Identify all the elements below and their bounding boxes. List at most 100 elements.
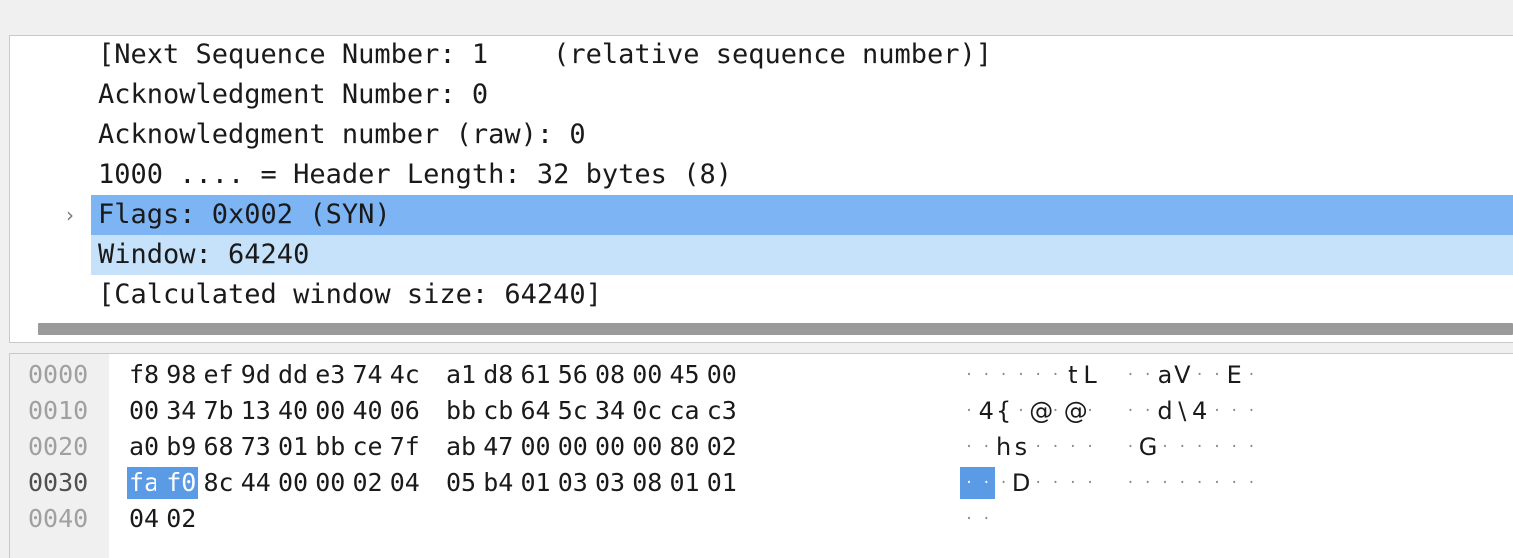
hex-byte[interactable]: 02	[164, 503, 198, 535]
ascii-char[interactable]: d	[1156, 395, 1174, 427]
hex-byte[interactable]: 5c	[556, 395, 590, 427]
ascii-char[interactable]: ·	[960, 395, 978, 427]
hex-byte[interactable]: d8	[481, 359, 515, 391]
hex-byte[interactable]: b9	[164, 431, 198, 463]
ascii-char[interactable]: {	[995, 395, 1013, 427]
ascii-char[interactable]: ·	[1047, 359, 1065, 391]
hex-byte[interactable]: 08	[593, 359, 627, 391]
ascii-char[interactable]: G	[1139, 431, 1158, 463]
ascii-char[interactable]: ·	[1121, 395, 1139, 427]
hex-byte[interactable]: 00	[276, 467, 310, 499]
ascii-char[interactable]: ·	[960, 503, 978, 535]
hex-byte[interactable]: ab	[444, 431, 478, 463]
ascii-char[interactable]: ·	[1012, 395, 1030, 427]
ascii-char[interactable]: h	[995, 431, 1013, 463]
tree-row[interactable]: Acknowledgment Number: 0	[91, 75, 1513, 115]
ascii-char[interactable]: ·	[1225, 467, 1243, 499]
ascii-char[interactable]: ·	[1156, 431, 1174, 463]
tree-row[interactable]: Window: 64240	[91, 235, 1513, 275]
hex-byte[interactable]: 61	[519, 359, 553, 391]
ascii-char[interactable]: ·	[1064, 431, 1082, 463]
hex-byte[interactable]: 02	[351, 467, 385, 499]
expand-arrow-icon[interactable]: ›	[62, 195, 78, 235]
ascii-char[interactable]: ·	[1191, 359, 1209, 391]
ascii-char[interactable]: ·	[977, 467, 996, 499]
ascii-char[interactable]: ·	[1029, 467, 1047, 499]
ascii-char[interactable]: ·	[1225, 431, 1243, 463]
tree-row[interactable]: [Calculated window size: 64240]	[91, 275, 1513, 315]
hex-byte[interactable]: 00	[630, 359, 664, 391]
hex-byte[interactable]: a1	[444, 359, 478, 391]
ascii-char[interactable]: ·	[1047, 467, 1065, 499]
hex-byte[interactable]: 01	[668, 467, 702, 499]
hex-byte[interactable]: 68	[202, 431, 236, 463]
ascii-char[interactable]: ·	[1173, 467, 1191, 499]
ascii-char[interactable]: ·	[1191, 431, 1209, 463]
hex-byte[interactable]: 34	[164, 395, 198, 427]
hex-byte[interactable]: 02	[705, 431, 739, 463]
hex-byte[interactable]: 00	[630, 431, 664, 463]
hex-byte[interactable]: 56	[556, 359, 590, 391]
hex-byte[interactable]: 05	[444, 467, 478, 499]
hex-byte[interactable]: 73	[239, 431, 273, 463]
ascii-char[interactable]: E	[1225, 359, 1243, 391]
ascii-char[interactable]: ·	[1243, 431, 1261, 463]
hex-byte[interactable]: 00	[313, 467, 347, 499]
ascii-char[interactable]: \	[1173, 395, 1191, 427]
hex-byte[interactable]: 04	[388, 467, 422, 499]
ascii-char[interactable]: ·	[1243, 359, 1261, 391]
hex-byte[interactable]: 03	[556, 467, 590, 499]
ascii-char[interactable]: ·	[1208, 359, 1226, 391]
hex-byte[interactable]: 40	[276, 395, 310, 427]
ascii-char[interactable]: ·	[960, 431, 978, 463]
ascii-char[interactable]: ·	[977, 503, 995, 535]
hex-byte[interactable]: ca	[668, 395, 702, 427]
ascii-char[interactable]: ·	[1156, 467, 1174, 499]
ascii-char[interactable]: ·	[960, 359, 978, 391]
hex-byte[interactable]: 08	[630, 467, 664, 499]
ascii-char[interactable]: ·	[1208, 467, 1226, 499]
hex-byte[interactable]: 00	[705, 359, 739, 391]
ascii-char[interactable]: ·	[1012, 359, 1030, 391]
ascii-char[interactable]: ·	[1139, 467, 1157, 499]
ascii-char[interactable]: ·	[1047, 395, 1065, 427]
hex-byte[interactable]: 00	[519, 431, 553, 463]
hex-byte[interactable]: b4	[481, 467, 515, 499]
tree-row[interactable]: Flags: 0x002 (SYN)	[91, 195, 1513, 235]
ascii-char[interactable]: ·	[1191, 467, 1209, 499]
hex-byte[interactable]: 00	[127, 395, 161, 427]
tree-row[interactable]: 1000 .... = Header Length: 32 bytes (8)	[91, 155, 1513, 195]
ascii-char[interactable]: s	[1012, 431, 1030, 463]
ascii-char[interactable]: ·	[995, 359, 1013, 391]
ascii-char[interactable]: ·	[1081, 395, 1099, 427]
ascii-char[interactable]: ·	[977, 359, 995, 391]
ascii-char[interactable]: 4	[977, 395, 995, 427]
ascii-char[interactable]: D	[1012, 467, 1030, 499]
hex-byte[interactable]: 7b	[202, 395, 236, 427]
hex-byte[interactable]: c3	[705, 395, 739, 427]
hex-byte[interactable]: a0	[127, 431, 161, 463]
ascii-char[interactable]: ·	[1208, 431, 1226, 463]
ascii-char[interactable]: ·	[1243, 395, 1261, 427]
ascii-char[interactable]: ·	[1064, 467, 1082, 499]
ascii-char[interactable]: ·	[1139, 359, 1157, 391]
hex-byte[interactable]: 04	[127, 503, 161, 535]
hex-byte[interactable]: 80	[668, 431, 702, 463]
ascii-char[interactable]: ·	[960, 467, 978, 499]
hex-byte[interactable]: 01	[276, 431, 310, 463]
ascii-char[interactable]: ·	[995, 467, 1013, 499]
hex-byte[interactable]: 06	[388, 395, 422, 427]
hex-byte[interactable]: 00	[556, 431, 590, 463]
ascii-char[interactable]: L	[1081, 359, 1099, 391]
hex-byte[interactable]: 98	[164, 359, 198, 391]
horizontal-scrollbar[interactable]	[38, 323, 1513, 335]
ascii-char[interactable]: ·	[1047, 431, 1065, 463]
hex-byte[interactable]: 8c	[202, 467, 236, 499]
hex-byte[interactable]: 64	[519, 395, 553, 427]
hex-byte[interactable]: f8	[127, 359, 161, 391]
ascii-char[interactable]: ·	[1081, 467, 1099, 499]
hex-byte[interactable]: 0c	[630, 395, 664, 427]
hex-byte[interactable]: ce	[351, 431, 385, 463]
ascii-char[interactable]: t	[1064, 359, 1082, 391]
ascii-char[interactable]: ·	[1243, 467, 1261, 499]
